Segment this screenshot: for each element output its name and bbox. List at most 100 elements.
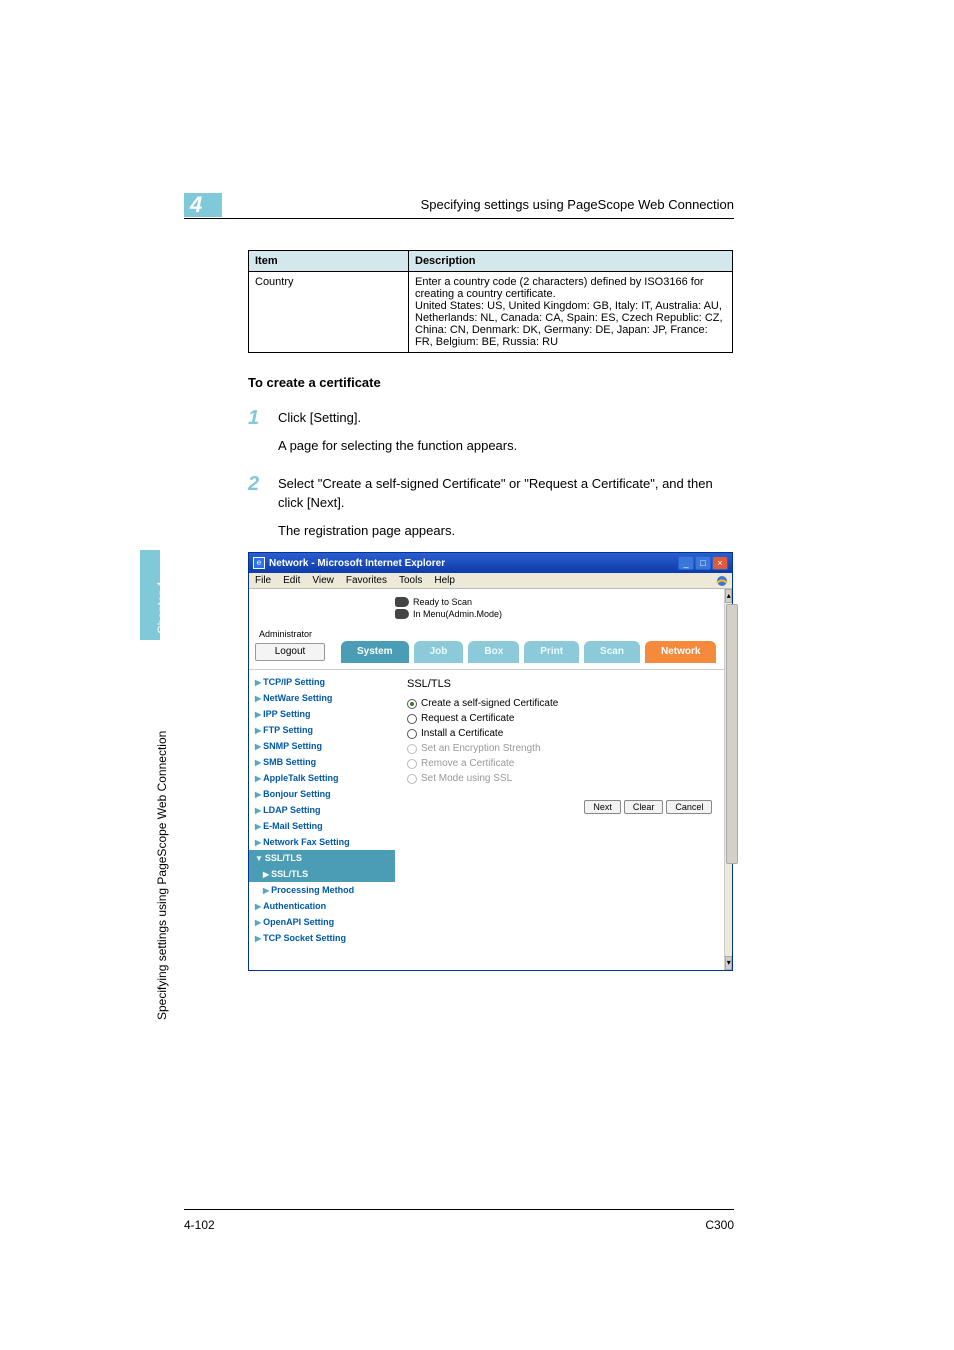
radio-label: Create a self-signed Certificate	[421, 698, 558, 709]
footer-model: C300	[705, 1218, 734, 1232]
radio-label: Set Mode using SSL	[421, 773, 512, 784]
step-2-number: 2	[248, 474, 278, 513]
next-button[interactable]: Next	[584, 800, 621, 814]
radio-label: Set an Encryption Strength	[421, 743, 541, 754]
content-panel: SSL/TLS Create a self-signed Certificate…	[395, 670, 724, 970]
close-button[interactable]: ×	[712, 556, 728, 570]
radio-remove-cert: Remove a Certificate	[407, 756, 712, 771]
table-header-item: Item	[249, 251, 409, 272]
tab-scan[interactable]: Scan	[584, 641, 640, 663]
scroll-up-icon[interactable]: ▴	[725, 589, 732, 603]
sidebar-label: Network Fax Setting	[263, 837, 350, 847]
printer-icon	[395, 597, 409, 607]
minimize-button[interactable]: _	[678, 556, 694, 570]
sidebar-item-ftp[interactable]: ▶FTP Setting	[249, 722, 395, 738]
sidebar-item-tcpsocket[interactable]: ▶TCP Socket Setting	[249, 930, 395, 946]
clear-button[interactable]: Clear	[624, 800, 664, 814]
table-cell-description: Enter a country code (2 characters) defi…	[409, 272, 733, 353]
status-menu: In Menu(Admin.Mode)	[413, 609, 502, 619]
sidebar-item-ipp[interactable]: ▶IPP Setting	[249, 706, 395, 722]
radio-request-cert[interactable]: Request a Certificate	[407, 711, 712, 726]
step-1-number: 1	[248, 408, 278, 428]
step-1-result: A page for selecting the function appear…	[278, 436, 733, 456]
sidebar-item-appletalk[interactable]: ▶AppleTalk Setting	[249, 770, 395, 786]
sidebar-item-snmp[interactable]: ▶SNMP Setting	[249, 738, 395, 754]
parameter-table: Item Description Country Enter a country…	[248, 250, 733, 353]
sidebar-label: FTP Setting	[263, 725, 313, 735]
scroll-thumb[interactable]	[726, 604, 738, 864]
page-header-title: Specifying settings using PageScope Web …	[370, 197, 734, 212]
tab-job[interactable]: Job	[414, 641, 464, 663]
tab-system[interactable]: System	[341, 641, 409, 663]
sidebar-label: SMB Setting	[263, 757, 316, 767]
cancel-button[interactable]: Cancel	[666, 800, 712, 814]
radio-set-encryption: Set an Encryption Strength	[407, 741, 712, 756]
radio-set-mode-ssl: Set Mode using SSL	[407, 771, 712, 786]
sidebar-label: LDAP Setting	[263, 805, 320, 815]
sidebar-label: AppleTalk Setting	[263, 773, 338, 783]
step-1-text: Click [Setting].	[278, 408, 733, 428]
browser-scrollbar[interactable]: ▴ ▾	[724, 589, 732, 970]
status-ready: Ready to Scan	[413, 597, 472, 607]
tab-box[interactable]: Box	[468, 641, 519, 663]
step-1: 1 Click [Setting].	[248, 408, 733, 428]
sidebar-item-ldap[interactable]: ▶LDAP Setting	[249, 802, 395, 818]
table-cell-item: Country	[249, 272, 409, 353]
ie-icon: e	[253, 557, 265, 569]
sidebar-item-netfax[interactable]: ▶Network Fax Setting	[249, 834, 395, 850]
step-2-result: The registration page appears.	[278, 521, 733, 541]
sidebar-item-ssltls-parent[interactable]: ▼SSL/TLS	[249, 850, 395, 866]
side-section-label: Specifying settings using PageScope Web …	[155, 731, 169, 1020]
window-titlebar: e Network - Microsoft Internet Explorer …	[249, 553, 732, 573]
tab-print[interactable]: Print	[524, 641, 579, 663]
sidebar-item-email[interactable]: ▶E-Mail Setting	[249, 818, 395, 834]
header-rule	[184, 218, 734, 219]
sidebar-label: SSL/TLS	[265, 853, 302, 863]
menu-file[interactable]: File	[255, 575, 271, 586]
radio-label: Remove a Certificate	[421, 758, 514, 769]
menu-help[interactable]: Help	[434, 575, 455, 586]
sidebar-label: TCP/IP Setting	[263, 677, 325, 687]
sidebar-item-tcpip[interactable]: ▶TCP/IP Setting	[249, 674, 395, 690]
sidebar-label: SNMP Setting	[263, 741, 322, 751]
menu-view[interactable]: View	[312, 575, 334, 586]
radio-install-cert[interactable]: Install a Certificate	[407, 726, 712, 741]
maximize-button[interactable]: □	[695, 556, 711, 570]
sidebar-item-smb[interactable]: ▶SMB Setting	[249, 754, 395, 770]
menu-edit[interactable]: Edit	[283, 575, 300, 586]
sidebar-label: Bonjour Setting	[263, 789, 331, 799]
sidebar-label: IPP Setting	[263, 709, 310, 719]
window-title: Network - Microsoft Internet Explorer	[269, 558, 678, 569]
radio-create-self-signed[interactable]: Create a self-signed Certificate	[407, 696, 712, 711]
footer-page-number: 4-102	[184, 1218, 215, 1232]
sidebar-item-processing[interactable]: ▶Processing Method	[249, 882, 395, 898]
settings-sidebar: ▶TCP/IP Setting ▶NetWare Setting ▶IPP Se…	[249, 670, 395, 970]
sidebar-item-auth[interactable]: ▶Authentication	[249, 898, 395, 914]
radio-label: Request a Certificate	[421, 713, 514, 724]
scroll-down-icon[interactable]: ▾	[725, 956, 732, 970]
sidebar-label: Processing Method	[271, 885, 354, 895]
sidebar-item-netware[interactable]: ▶NetWare Setting	[249, 690, 395, 706]
sidebar-label: TCP Socket Setting	[263, 933, 346, 943]
sidebar-label: OpenAPI Setting	[263, 917, 334, 927]
ie-logo-icon	[715, 574, 729, 588]
sidebar-item-bonjour[interactable]: ▶Bonjour Setting	[249, 786, 395, 802]
sidebar-label: Authentication	[263, 901, 326, 911]
tab-network[interactable]: Network	[645, 641, 716, 663]
user-mode-label: Administrator	[259, 629, 724, 639]
sidebar-item-openapi[interactable]: ▶OpenAPI Setting	[249, 914, 395, 930]
embedded-screenshot: e Network - Microsoft Internet Explorer …	[248, 552, 733, 971]
logout-button[interactable]: Logout	[255, 643, 325, 661]
menu-tools[interactable]: Tools	[399, 575, 422, 586]
content-heading: SSL/TLS	[407, 678, 712, 690]
step-2-text: Select "Create a self-signed Certificate…	[278, 474, 733, 513]
browser-menubar: File Edit View Favorites Tools Help	[249, 573, 732, 589]
side-chapter-text: Chapter 4	[155, 581, 169, 634]
footer-rule	[184, 1209, 734, 1210]
sidebar-item-ssltls[interactable]: ▶SSL/TLS	[249, 866, 395, 882]
menu-favorites[interactable]: Favorites	[346, 575, 387, 586]
chapter-number-badge: 4	[184, 193, 222, 217]
sidebar-label: E-Mail Setting	[263, 821, 323, 831]
step-2: 2 Select "Create a self-signed Certifica…	[248, 474, 733, 513]
sidebar-label: NetWare Setting	[263, 693, 332, 703]
